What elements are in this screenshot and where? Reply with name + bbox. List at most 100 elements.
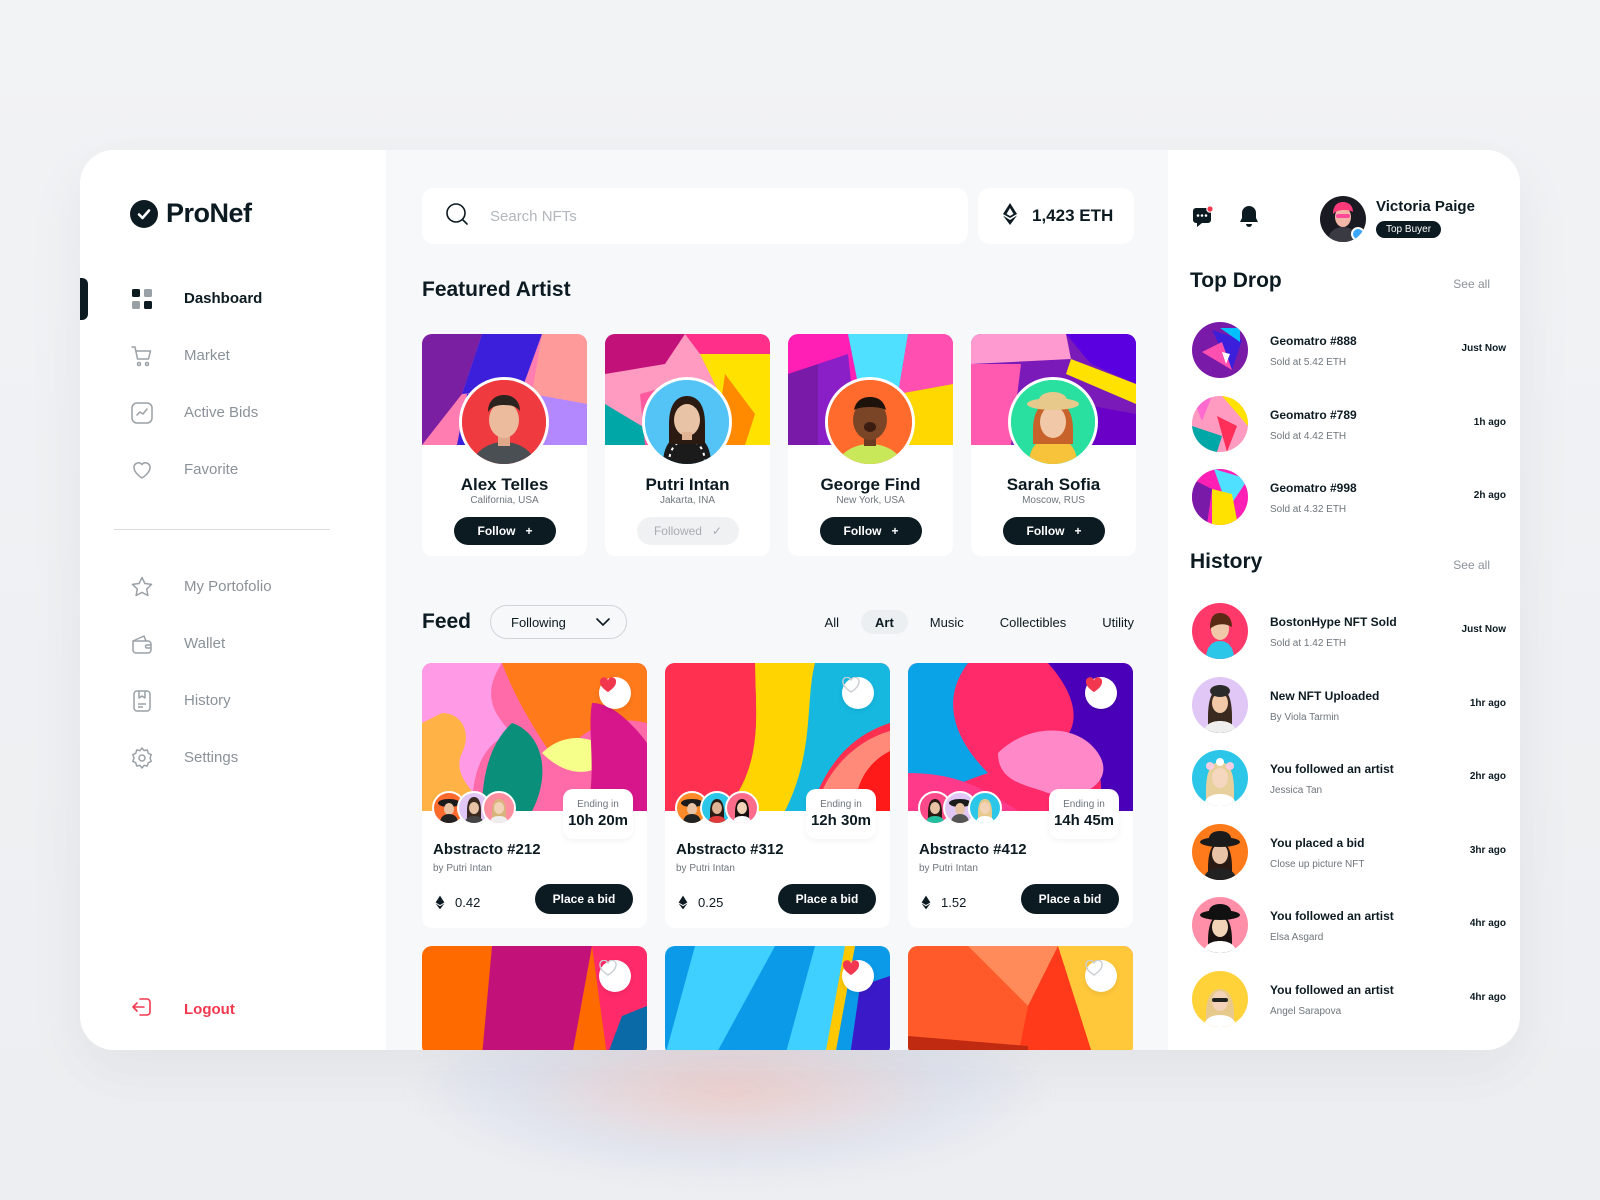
list-item[interactable]: BostonHype NFT Sold Sold at 1.42 ETH Jus… (1190, 603, 1506, 677)
history-avatar (1192, 823, 1248, 880)
nav-my-portofolio[interactable]: My Portofolio (80, 558, 386, 615)
nft-card[interactable]: Ending in 14h 45m Abstracto #412 by Putr… (908, 663, 1133, 928)
ending-time: 14h 45m (1053, 812, 1115, 829)
star-icon (130, 575, 154, 599)
artist-card[interactable]: Putri Intan Jakarta, INA Followed ✓ (605, 334, 770, 556)
nav-wallet[interactable]: Wallet (80, 615, 386, 672)
feed-tabs: All Art Music Collectibles Utility (811, 610, 1134, 634)
follow-label: Follow (477, 524, 516, 538)
plus-icon: + (891, 524, 899, 538)
history-avatar (1192, 970, 1248, 1027)
follow-button[interactable]: Follow + (820, 517, 922, 545)
heart-filled-icon (842, 960, 860, 975)
like-button[interactable] (842, 677, 874, 709)
nav-settings[interactable]: Settings (80, 729, 386, 786)
tab-music[interactable]: Music (916, 610, 978, 634)
nft-card[interactable] (908, 946, 1133, 1050)
heart-filled-icon (599, 677, 617, 692)
nft-creator: by Putri Intan (676, 863, 735, 874)
nft-thumbnail (1192, 395, 1248, 452)
tab-art[interactable]: Art (861, 610, 908, 634)
place-bid-button[interactable]: Place a bid (1021, 884, 1119, 914)
item-time: 3hr ago (1469, 844, 1506, 856)
like-button[interactable] (599, 960, 631, 992)
user-name: Victoria Paige (1376, 198, 1475, 215)
avatar (1320, 196, 1366, 242)
nft-title: Abstracto #212 (433, 841, 541, 858)
item-time: 2hr ago (1469, 771, 1506, 782)
ending-timer: Ending in 10h 20m (563, 789, 633, 839)
like-button[interactable] (842, 960, 874, 992)
search-bar[interactable] (422, 188, 968, 244)
dashboard-icon (130, 287, 154, 311)
list-item[interactable]: New NFT Uploaded By Viola Tarmin 1hr ago (1190, 676, 1506, 751)
nav-dashboard[interactable]: Dashboard (80, 270, 386, 327)
top-drop-list: Geomatro #888 Sold at 5.42 ETH Just Now … (1190, 322, 1506, 543)
list-item[interactable]: You placed a bid Close up picture NFT 3h… (1190, 823, 1506, 898)
top-drop-see-all[interactable]: See all (1453, 277, 1490, 291)
place-bid-button[interactable]: Place a bid (778, 884, 876, 914)
nav-history[interactable]: History (80, 672, 386, 729)
notification-button[interactable] (1238, 204, 1260, 233)
list-item[interactable]: You followed an artist Angel Sarapova 4h… (1190, 970, 1506, 1045)
follow-label: Followed (653, 524, 702, 538)
item-subtitle: Close up picture NFT (1270, 858, 1365, 870)
history-list: BostonHype NFT Sold Sold at 1.42 ETH Jus… (1190, 603, 1506, 1045)
nav-market[interactable]: Market (80, 327, 386, 384)
main-content: 1,423 ETH Featured Artist Alex Telles Ca… (386, 150, 1168, 1050)
item-time: Just Now (1461, 343, 1506, 354)
like-button[interactable] (1085, 960, 1117, 992)
chat-button[interactable] (1190, 205, 1214, 234)
brand-logo[interactable]: ProNef (130, 198, 252, 229)
eth-balance[interactable]: 1,423 ETH (978, 188, 1134, 244)
cart-icon (130, 344, 154, 368)
logout-button[interactable]: Logout (130, 995, 235, 1024)
feed-filter-dropdown[interactable]: Following (490, 605, 627, 639)
artist-card[interactable]: Sarah Sofia Moscow, RUS Follow + (971, 334, 1136, 556)
tab-all[interactable]: All (811, 610, 853, 634)
nav-label: Favorite (184, 461, 239, 478)
like-button[interactable] (1085, 677, 1117, 709)
brand-name: ProNef (166, 198, 252, 228)
main-nav: Dashboard Market Active Bids Favorite (80, 270, 386, 498)
check-icon: ✓ (711, 524, 723, 538)
artist-card[interactable]: Alex Telles California, USA Follow + (422, 334, 587, 556)
list-item[interactable]: You followed an artist Elsa Asgard 4hr a… (1190, 897, 1506, 971)
tab-collectibles[interactable]: Collectibles (986, 610, 1080, 634)
nft-card[interactable]: Ending in 12h 30m Abstracto #312 by Putr… (665, 663, 890, 928)
nft-card[interactable] (422, 946, 647, 1050)
item-time: 1h ago (1473, 416, 1506, 428)
nav-label: My Portofolio (184, 578, 272, 595)
item-subtitle: Sold at 5.42 ETH (1270, 357, 1347, 368)
history-see-all[interactable]: See all (1453, 558, 1490, 572)
list-item[interactable]: Geomatro #998 Sold at 4.32 ETH 2h ago (1190, 469, 1506, 543)
item-subtitle: Sold at 4.32 ETH (1270, 504, 1347, 515)
user-profile[interactable]: Victoria Paige Top Buyer (1320, 196, 1475, 242)
list-item[interactable]: Geomatro #789 Sold at 4.42 ETH 1h ago (1190, 395, 1506, 470)
plus-icon: + (1074, 524, 1082, 538)
history-avatar (1192, 603, 1248, 659)
nav-favorite[interactable]: Favorite (80, 441, 386, 498)
place-bid-button[interactable]: Place a bid (535, 884, 633, 914)
followed-button[interactable]: Followed ✓ (637, 517, 739, 545)
nav-active-bids[interactable]: Active Bids (80, 384, 386, 441)
secondary-nav: My Portofolio Wallet History Settings (80, 558, 386, 786)
chevron-down-icon (596, 615, 610, 630)
logout-label: Logout (184, 1001, 235, 1018)
search-input[interactable] (490, 207, 890, 225)
like-button[interactable] (599, 677, 631, 709)
nav-label: Active Bids (184, 404, 259, 421)
item-title: BostonHype NFT Sold (1270, 615, 1397, 629)
tab-utility[interactable]: Utility (1088, 610, 1134, 634)
list-item[interactable]: You followed an artist Jessica Tan 2hr a… (1190, 750, 1506, 824)
ethereum-icon (1002, 202, 1018, 231)
item-time: 2h ago (1473, 490, 1506, 501)
artist-card[interactable]: George Find New York, USA Follow + (788, 334, 953, 556)
follow-button[interactable]: Follow + (454, 517, 556, 545)
nft-card[interactable] (665, 946, 890, 1050)
bell-icon (1240, 206, 1258, 227)
follow-button[interactable]: Follow + (1003, 517, 1105, 545)
nft-card[interactable]: Ending in 10h 20m Abstracto #212 by Putr… (422, 663, 647, 928)
history-icon (130, 689, 154, 713)
list-item[interactable]: Geomatro #888 Sold at 5.42 ETH Just Now (1190, 322, 1506, 396)
